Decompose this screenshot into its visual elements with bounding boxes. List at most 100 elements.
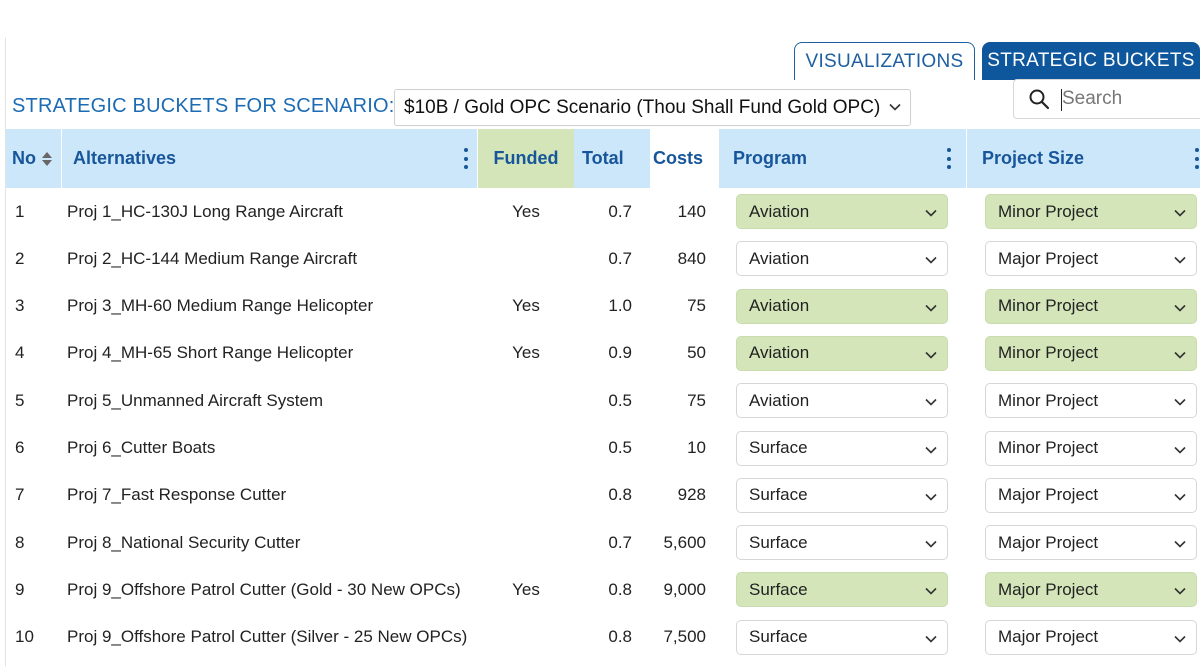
- tab-strategic-buckets[interactable]: STRATEGIC BUCKETS: [982, 42, 1200, 80]
- table-row[interactable]: 7 Proj 7_Fast Response Cutter 0.8 928 Surfac…: [6, 472, 1200, 519]
- scenario-label: STRATEGIC BUCKETS FOR SCENARIO:: [12, 95, 395, 117]
- column-header-alternatives[interactable]: Alternatives: [62, 129, 477, 188]
- table-row[interactable]: 3 Proj 3_MH-60 Medium Range Helicopter Yes…: [6, 283, 1200, 330]
- scenario-select-value: $10B / Gold OPC Scenario (Thou Shall Fun…: [404, 96, 881, 118]
- total-value: 0.7: [608, 201, 632, 221]
- row-number: 8: [15, 532, 25, 552]
- alternative-name: Proj 7_Fast Response Cutter: [67, 485, 287, 505]
- costs-value: 10: [687, 438, 706, 457]
- column-header-project-size-label: Project Size: [982, 148, 1085, 168]
- column-menu-icon[interactable]: [1195, 148, 1200, 169]
- program-dropdown-value: Surface: [749, 438, 808, 457]
- chevron-down-icon: [1174, 493, 1186, 501]
- program-dropdown-value: Surface: [749, 627, 808, 647]
- costs-value: 9,000: [663, 579, 706, 599]
- project-size-dropdown-value: Major Project: [998, 485, 1099, 505]
- program-dropdown-value: Aviation: [749, 343, 810, 363]
- total-value: 1.0: [608, 296, 632, 316]
- table-row[interactable]: 8 Proj 8_National Security Cutter 0.7 5,600…: [6, 519, 1200, 566]
- chevron-down-icon: [1174, 399, 1186, 406]
- column-header-no[interactable]: No: [6, 129, 61, 188]
- program-dropdown[interactable]: Surface: [736, 430, 948, 466]
- program-dropdown[interactable]: Surface: [736, 572, 948, 608]
- alternative-name: Proj 3_MH-60 Medium Range Helicopter: [67, 296, 374, 316]
- project-size-dropdown[interactable]: Minor Project: [985, 430, 1197, 466]
- column-header-funded-label: Funded: [493, 148, 559, 168]
- funded-value: [478, 377, 574, 424]
- alternative-name: Proj 1_HC-130J Long Range Aircraft: [67, 201, 343, 221]
- chevron-down-icon: [1174, 257, 1186, 264]
- chevron-down-icon: [1174, 304, 1186, 312]
- total-value: 0.8: [608, 627, 632, 647]
- alternative-name: Proj 2_HC-144 Medium Range Aircraft: [67, 248, 358, 268]
- program-dropdown[interactable]: Aviation: [736, 335, 948, 371]
- project-size-dropdown-value: Major Project: [998, 579, 1099, 599]
- column-header-no-label: No: [12, 148, 36, 168]
- row-number: 2: [15, 248, 25, 268]
- project-size-dropdown[interactable]: Major Project: [985, 572, 1197, 608]
- column-header-total-label: Total: [582, 148, 624, 168]
- scenario-select[interactable]: $10B / Gold OPC Scenario (Thou Shall Fun…: [394, 89, 911, 126]
- sort-icon[interactable]: [42, 151, 52, 166]
- project-size-dropdown[interactable]: Minor Project: [985, 383, 1197, 419]
- column-menu-icon[interactable]: [464, 148, 469, 169]
- table-row[interactable]: 4 Proj 4_MH-65 Short Range Helicopter Yes 0…: [6, 330, 1200, 377]
- program-dropdown[interactable]: Aviation: [736, 194, 948, 229]
- column-header-costs[interactable]: Costs: [650, 129, 718, 188]
- project-size-dropdown-value: Major Project: [998, 248, 1099, 268]
- row-number: 5: [15, 390, 25, 410]
- table-row[interactable]: 10 Proj 9_Offshore Patrol Cutter (Silver …: [6, 614, 1200, 661]
- program-dropdown[interactable]: Aviation: [736, 383, 948, 419]
- project-size-dropdown[interactable]: Minor Project: [985, 194, 1197, 229]
- costs-value: 140: [677, 201, 706, 221]
- column-header-total[interactable]: Total: [574, 129, 650, 188]
- project-size-dropdown-value: Major Project: [998, 627, 1099, 647]
- column-header-project-size[interactable]: Project Size: [967, 129, 1200, 188]
- project-size-dropdown[interactable]: Major Project: [985, 525, 1197, 561]
- project-size-dropdown-value: Minor Project: [998, 201, 1099, 221]
- program-dropdown[interactable]: Surface: [736, 619, 948, 655]
- total-value: 0.7: [608, 248, 632, 268]
- project-size-dropdown-value: Minor Project: [998, 296, 1099, 316]
- project-size-dropdown[interactable]: Minor Project: [985, 288, 1197, 324]
- program-dropdown[interactable]: Surface: [736, 477, 948, 513]
- column-menu-icon[interactable]: [947, 148, 952, 169]
- funded-value: [478, 519, 574, 566]
- total-value: 0.8: [608, 485, 632, 505]
- chevron-down-icon: [925, 588, 937, 596]
- funded-value: Yes: [512, 201, 540, 221]
- project-size-dropdown[interactable]: Minor Project: [985, 335, 1197, 371]
- program-dropdown[interactable]: Aviation: [736, 241, 948, 277]
- program-dropdown[interactable]: Aviation: [736, 288, 948, 324]
- alternative-name: Proj 9_Offshore Patrol Cutter (Silver - …: [67, 627, 468, 647]
- project-size-dropdown[interactable]: Major Project: [985, 619, 1197, 655]
- chevron-down-icon: [889, 103, 901, 111]
- funded-value: [478, 235, 574, 282]
- table-row[interactable]: 5 Proj 5_Unmanned Aircraft System 0.5 75 Avi…: [6, 377, 1200, 424]
- tab-visualizations[interactable]: VISUALIZATIONS: [794, 42, 975, 80]
- project-size-dropdown[interactable]: Major Project: [985, 477, 1197, 513]
- alternative-name: Proj 4_MH-65 Short Range Helicopter: [67, 343, 354, 363]
- program-dropdown[interactable]: Surface: [736, 525, 948, 561]
- column-header-funded[interactable]: Funded: [478, 129, 574, 188]
- column-header-program[interactable]: Program: [719, 129, 966, 188]
- chevron-down-icon: [925, 304, 937, 312]
- row-number: 3: [15, 296, 25, 316]
- row-number: 6: [15, 438, 25, 457]
- chevron-down-icon: [925, 351, 937, 359]
- search-input[interactable]: [1062, 88, 1192, 110]
- row-number: 10: [15, 627, 34, 647]
- alternative-name: Proj 8_National Security Cutter: [67, 532, 301, 552]
- program-dropdown-value: Aviation: [749, 296, 810, 316]
- costs-value: 7,500: [663, 627, 706, 647]
- project-size-dropdown[interactable]: Major Project: [985, 241, 1197, 277]
- table-row[interactable]: 9 Proj 9_Offshore Patrol Cutter (Gold - 3…: [6, 566, 1200, 613]
- costs-value: 928: [677, 485, 706, 505]
- table-row[interactable]: 1 Proj 1_HC-130J Long Range Aircraft Yes 0.…: [6, 188, 1200, 235]
- chevron-down-icon: [925, 399, 937, 406]
- search-box[interactable]: [1013, 79, 1200, 119]
- chevron-down-icon: [1174, 588, 1186, 596]
- table-row[interactable]: 6 Proj 6_Cutter Boats 0.5 10 Surface Minor Pr…: [6, 425, 1200, 472]
- table-row[interactable]: 2 Proj 2_HC-144 Medium Range Aircraft 0.7 8…: [6, 235, 1200, 282]
- funded-value: Yes: [512, 343, 540, 363]
